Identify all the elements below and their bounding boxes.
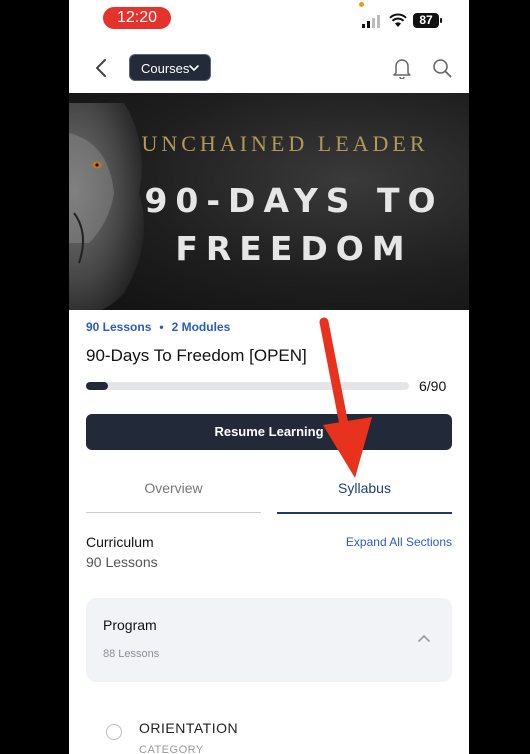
top-nav: Courses (69, 50, 469, 86)
status-bar: 12:20 87 (69, 0, 469, 38)
progress-text: 6/90 (419, 378, 447, 394)
tab-underline-inactive (86, 512, 261, 513)
phone-screen: 12:20 87 Courses UNCHAINED LEADER 90-DAY… (69, 0, 469, 754)
wifi-icon (389, 13, 407, 27)
signal-icon (362, 15, 380, 28)
tab-underline-active (277, 512, 452, 514)
back-chevron-icon[interactable] (91, 56, 113, 80)
lesson-status-circle (106, 724, 122, 740)
section-title: Program (103, 617, 157, 633)
meta-separator: • (159, 320, 164, 334)
tab-syllabus[interactable]: Syllabus (277, 480, 452, 496)
section-card-program[interactable]: Program 88 Lessons (86, 598, 452, 682)
search-icon[interactable] (432, 58, 452, 78)
curriculum-count: 90 Lessons (86, 554, 158, 570)
lesson-title[interactable]: ORIENTATION (139, 720, 238, 736)
courses-label: Courses (141, 61, 190, 76)
battery-indicator: 87 (413, 13, 439, 28)
privacy-indicator-dot (359, 2, 364, 7)
chevron-down-icon (189, 65, 199, 72)
course-title: 90-Days To Freedom [OPEN] (86, 346, 307, 365)
expand-all-sections-link[interactable]: Expand All Sections (329, 535, 452, 549)
hero-title-line2: FREEDOM (175, 229, 413, 268)
curriculum-label: Curriculum (86, 534, 154, 550)
section-lesson-count: 88 Lessons (103, 648, 160, 660)
modules-count: 2 Modules (171, 320, 231, 334)
progress-bar (86, 382, 409, 390)
status-time: 12:20 (103, 7, 171, 29)
courses-dropdown-button[interactable]: Courses (129, 54, 211, 81)
chevron-up-icon[interactable] (416, 632, 432, 644)
lessons-count: 90 Lessons (86, 320, 152, 334)
hero-subtitle: UNCHAINED LEADER (141, 131, 429, 156)
hero-title-line1: 90-DAYS TO (144, 181, 444, 220)
lesson-category: CATEGORY (139, 744, 204, 754)
resume-learning-button[interactable]: Resume Learning (86, 414, 452, 450)
progress-fill (86, 382, 108, 390)
battery-tip (440, 18, 442, 23)
bell-icon[interactable] (392, 57, 412, 79)
course-hero-image: UNCHAINED LEADER 90-DAYS TO FREEDOM (69, 93, 469, 310)
tab-overview[interactable]: Overview (86, 480, 261, 496)
course-meta: 90 Lessons • 2 Modules (86, 320, 230, 334)
